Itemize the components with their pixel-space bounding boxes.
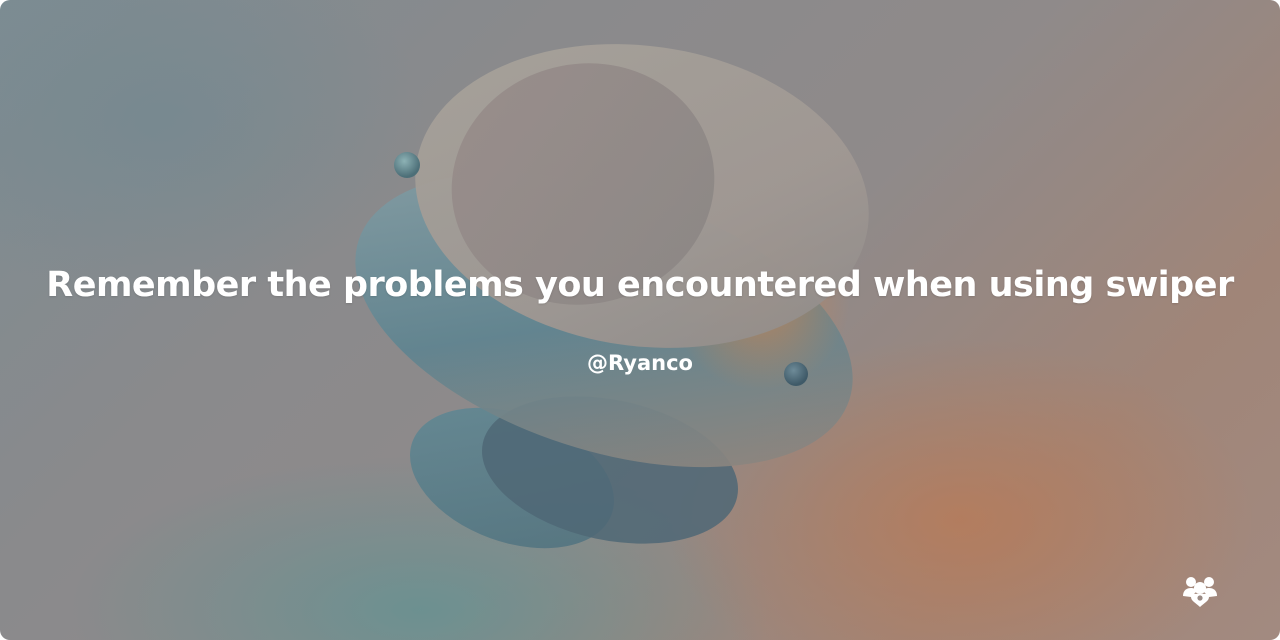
cover-card: Remember the problems you encountered wh…: [0, 0, 1280, 640]
abstract-discs-illustration: [355, 44, 869, 549]
small-sphere-left: [394, 152, 420, 178]
post-title: Remember the problems you encountered wh…: [46, 265, 1234, 305]
author-handle: @Ryanco: [587, 351, 693, 375]
community-people-icon: [1183, 577, 1217, 607]
